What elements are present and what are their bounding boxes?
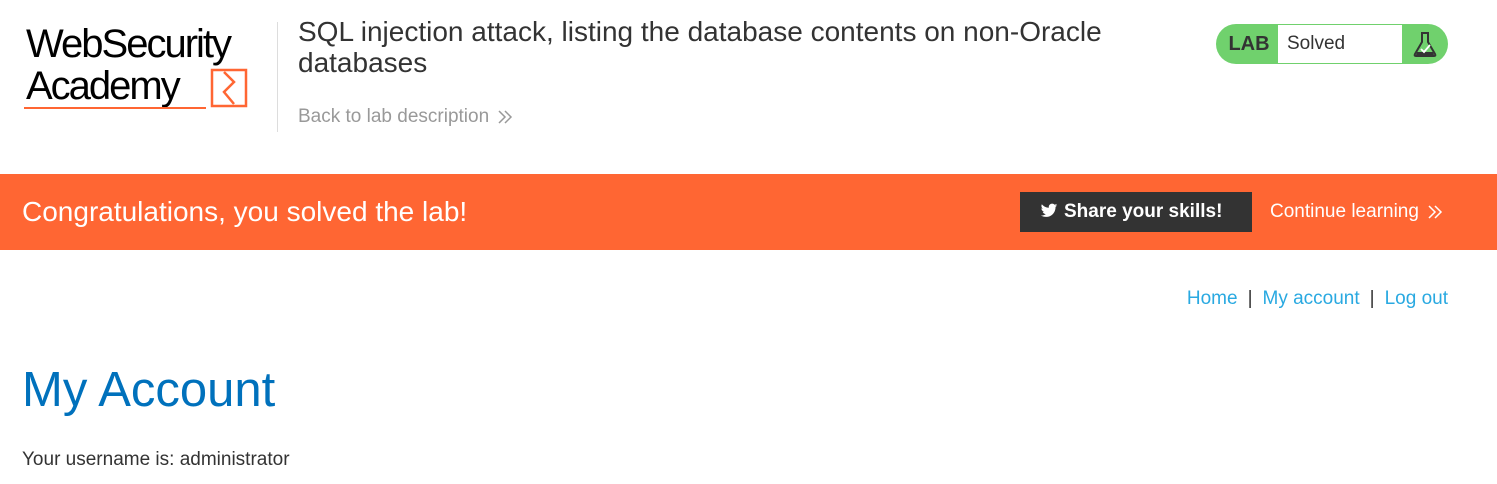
lab-badge-label: LAB (1228, 33, 1270, 55)
share-your-skills-button[interactable]: Share your skills! (1020, 192, 1252, 232)
lab-badge-status: Solved (1278, 25, 1402, 63)
solved-banner: Congratulations, you solved the lab! Sha… (0, 174, 1497, 250)
logo-mark-icon (24, 68, 248, 109)
continue-learning-link[interactable]: Continue learning (1270, 201, 1443, 223)
share-button-label: Share your skills! (1064, 201, 1223, 222)
congratulations-message: Congratulations, you solved the lab! (22, 196, 468, 227)
lab-status-badge: LAB Solved (1216, 24, 1448, 64)
header-divider (277, 22, 278, 132)
nav-separator: | (1369, 288, 1375, 309)
double-chevron-right-icon (498, 110, 513, 124)
nav-log-out-link[interactable]: Log out (1385, 288, 1448, 309)
back-to-lab-description-link[interactable]: Back to lab description (298, 106, 513, 128)
account-nav: Home | My account | Log out (1187, 288, 1448, 310)
back-link-label: Back to lab description (298, 106, 490, 127)
page-title: My Account (22, 363, 276, 417)
twitter-icon (1040, 203, 1058, 217)
flask-icon (1402, 24, 1448, 64)
nav-my-account-link[interactable]: My account (1263, 288, 1360, 309)
nav-separator: | (1247, 288, 1253, 309)
continue-learning-label: Continue learning (1270, 201, 1419, 222)
web-security-academy-logo[interactable]: WebSecurity Academy (22, 22, 274, 114)
lab-title: SQL injection attack, listing the databa… (298, 16, 1102, 78)
nav-home-link[interactable]: Home (1187, 288, 1238, 309)
username-text: Your username is: administrator (22, 449, 290, 470)
double-chevron-right-icon (1428, 205, 1443, 219)
